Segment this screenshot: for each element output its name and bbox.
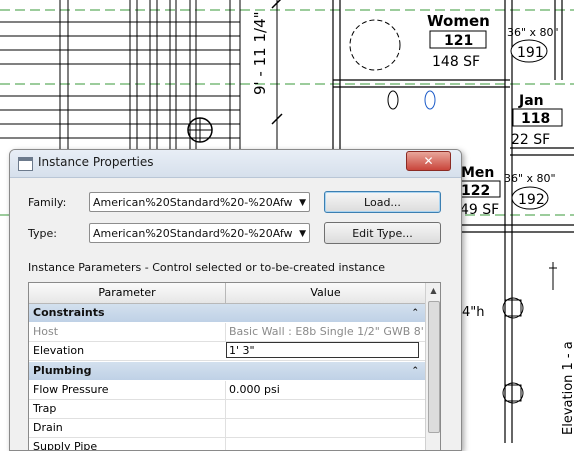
door-size-label: 36" x 80" — [504, 172, 556, 185]
furniture — [502, 262, 557, 404]
dropdown-arrow-icon: ▼ — [299, 198, 306, 208]
type-dropdown[interactable]: American%20Standard%20-%20Afwall% ▼ — [89, 223, 310, 243]
room-number-jan: 118 — [521, 111, 550, 127]
fixture-circle — [349, 19, 401, 71]
room-area-jan: 22 SF — [511, 132, 550, 148]
toilet-fixture-selected[interactable] — [424, 90, 436, 110]
param-row-drain[interactable]: Drain — [29, 419, 425, 438]
column-separator — [225, 381, 226, 399]
door-tag-number: 191 — [517, 45, 544, 61]
collapse-chevron-icon[interactable]: ⌃ — [411, 304, 419, 322]
room-name-men: Men — [461, 165, 494, 181]
room-area-men: 49 SF — [460, 202, 499, 218]
param-row-supply-pipe[interactable]: Supply Pipe — [29, 438, 425, 451]
type-label: Type: — [28, 227, 57, 240]
dialog-titlebar[interactable]: Instance Properties ✕ — [10, 150, 461, 178]
group-plumbing[interactable]: Plumbing ⌃ — [29, 362, 425, 380]
room-number-women: 121 — [444, 33, 473, 49]
close-button[interactable]: ✕ — [406, 151, 451, 171]
column-separator — [225, 400, 226, 418]
param-row-flow-pressure[interactable]: Flow Pressure 0.000 psi — [29, 381, 425, 400]
dropdown-arrow-icon: ▼ — [299, 229, 306, 239]
column-header-value[interactable]: Value — [226, 283, 425, 303]
window-icon — [18, 157, 33, 171]
family-dropdown[interactable]: American%20Standard%20-%20Afwall% ▼ — [89, 192, 310, 212]
dimension-partial: 4"h — [462, 305, 485, 320]
column-separator — [225, 438, 226, 450]
room-name-jan: Jan — [518, 93, 544, 109]
param-name: Drain — [33, 421, 63, 434]
param-row-elevation[interactable]: Elevation 1' 3" — [29, 342, 425, 361]
param-row-host[interactable]: Host Basic Wall : E8b Single 1/2" GWB 8" — [29, 323, 425, 342]
type-value: American%20Standard%20-%20Afwall% — [93, 227, 293, 240]
param-value[interactable]: 0.000 psi — [229, 381, 423, 399]
column-header-parameter[interactable]: Parameter — [29, 283, 226, 303]
family-value: American%20Standard%20-%20Afwall% — [93, 196, 293, 209]
param-value: Basic Wall : E8b Single 1/2" GWB 8" — [229, 325, 423, 338]
group-title: Plumbing — [33, 364, 92, 377]
room-area-women: 148 SF — [432, 54, 480, 70]
param-name: Host — [33, 325, 59, 338]
door-size-label: 36" x 80" — [507, 26, 559, 39]
room-name-women: Women — [427, 12, 490, 30]
param-name: Flow Pressure — [33, 383, 109, 396]
dimension-text[interactable]: 9' - 11 1/4" — [251, 11, 269, 95]
railing-pattern — [0, 0, 241, 160]
group-constraints[interactable]: Constraints ⌃ — [29, 304, 425, 322]
grid-header: Parameter Value — [29, 283, 425, 304]
param-row-trap[interactable]: Trap — [29, 400, 425, 419]
instance-parameters-caption: Instance Parameters - Control selected o… — [28, 261, 386, 274]
room-number-men: 122 — [461, 183, 490, 199]
group-title: Constraints — [33, 306, 105, 319]
parameters-grid: Parameter Value Constraints ⌃ Host Basic… — [28, 282, 441, 451]
column-separator — [225, 419, 226, 437]
load-button[interactable]: Load... — [324, 191, 441, 213]
door-tag-number: 192 — [518, 192, 545, 208]
scrollbar-thumb[interactable] — [428, 301, 440, 433]
elevation-label[interactable]: Elevation 1 - a — [561, 341, 574, 435]
family-label: Family: — [28, 196, 67, 209]
scroll-up-arrow-icon[interactable]: ▲ — [426, 283, 440, 299]
instance-properties-dialog: Instance Properties ✕ Family: American%2… — [9, 149, 462, 451]
column-separator — [225, 323, 226, 341]
param-name: Elevation — [33, 344, 85, 357]
dialog-title: Instance Properties — [38, 155, 154, 169]
vertical-scrollbar[interactable]: ▲ — [425, 283, 440, 450]
edit-type-button[interactable]: Edit Type... — [324, 222, 441, 244]
param-name: Supply Pipe — [33, 440, 98, 451]
collapse-chevron-icon[interactable]: ⌃ — [411, 362, 419, 380]
param-name: Trap — [33, 402, 57, 415]
toilet-fixture — [387, 90, 399, 110]
param-value[interactable]: 1' 3" — [229, 342, 423, 360]
